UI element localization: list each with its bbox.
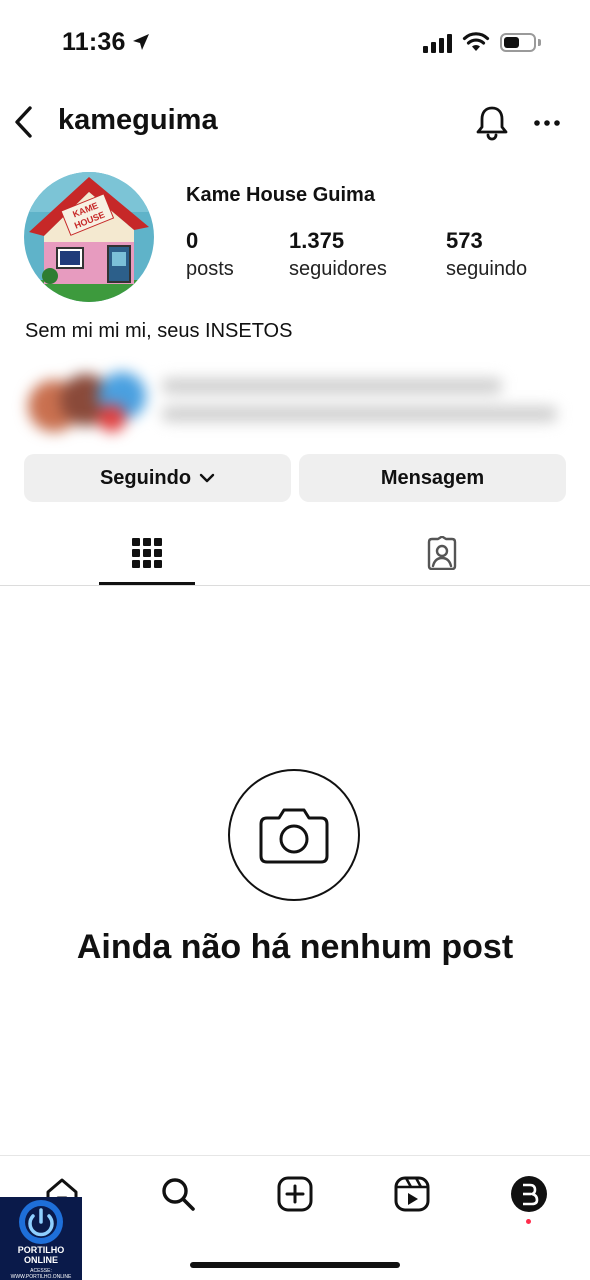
message-button[interactable]: Mensagem — [299, 454, 566, 502]
tabs-divider — [0, 585, 590, 586]
status-bar: 11:36 — [0, 0, 590, 88]
nav-create[interactable] — [275, 1174, 315, 1214]
grid-icon — [132, 538, 162, 568]
tagged-icon — [427, 536, 457, 570]
nav-profile[interactable] — [509, 1174, 549, 1214]
stat-label: seguindo — [446, 258, 528, 280]
nav-reels[interactable] — [392, 1174, 432, 1214]
stat-value: 0 — [186, 228, 199, 253]
empty-state-text: Ainda não há nenhum post — [76, 928, 514, 966]
stat-value: 573 — [446, 228, 483, 253]
wifi-icon — [462, 32, 490, 51]
home-indicator[interactable] — [190, 1262, 400, 1268]
stat-value: 1.375 — [289, 228, 345, 253]
power-logo-icon — [19, 1200, 63, 1244]
cellular-signal-icon — [423, 33, 452, 53]
search-icon — [162, 1178, 195, 1211]
stat-following[interactable]: 573 seguindo — [446, 228, 527, 281]
stat-label: seguidores — [289, 258, 387, 280]
chevron-down-icon — [199, 473, 215, 483]
create-icon — [277, 1176, 313, 1212]
reels-icon — [394, 1176, 430, 1212]
location-arrow-icon — [133, 34, 149, 50]
bell-icon[interactable] — [474, 104, 510, 142]
status-time: 11:36 — [62, 28, 126, 56]
tab-posts-grid[interactable] — [99, 520, 195, 586]
mutual-followers-blurred[interactable] — [24, 366, 569, 438]
profile-avatar[interactable]: KAME HOUSE — [24, 172, 154, 302]
following-button-label: Seguindo — [99, 466, 192, 489]
stat-posts: 0 posts — [186, 228, 234, 281]
profile-bio: Sem mi mi mi, seus INSETOS — [25, 320, 293, 342]
tab-tagged[interactable] — [394, 520, 490, 586]
profile-display-name: Kame House Guima — [186, 184, 375, 206]
portilho-online-watermark: PORTILHO ONLINE ACESSE: WWW.PORTILHO.ONL… — [0, 1197, 82, 1280]
notification-dot — [526, 1219, 531, 1224]
nav-search[interactable] — [158, 1174, 198, 1214]
message-button-label: Mensagem — [380, 466, 485, 489]
profile-username: kameguima — [58, 104, 218, 136]
back-chevron-icon[interactable] — [10, 104, 40, 140]
watermark-line3: ACESSE: WWW.PORTILHO.ONLINE — [10, 1268, 72, 1280]
battery-icon — [500, 33, 536, 52]
watermark-line1: PORTILHO — [17, 1245, 65, 1255]
battery-cap — [538, 39, 541, 46]
more-options-icon[interactable] — [532, 106, 562, 140]
camera-icon — [259, 808, 329, 864]
following-button[interactable]: Seguindo — [24, 454, 291, 502]
profile-icon — [511, 1176, 547, 1212]
stat-followers[interactable]: 1.375 seguidores — [289, 228, 387, 281]
empty-state-circle — [228, 769, 360, 901]
watermark-line2: ONLINE — [23, 1255, 58, 1265]
stat-label: posts — [186, 258, 234, 280]
